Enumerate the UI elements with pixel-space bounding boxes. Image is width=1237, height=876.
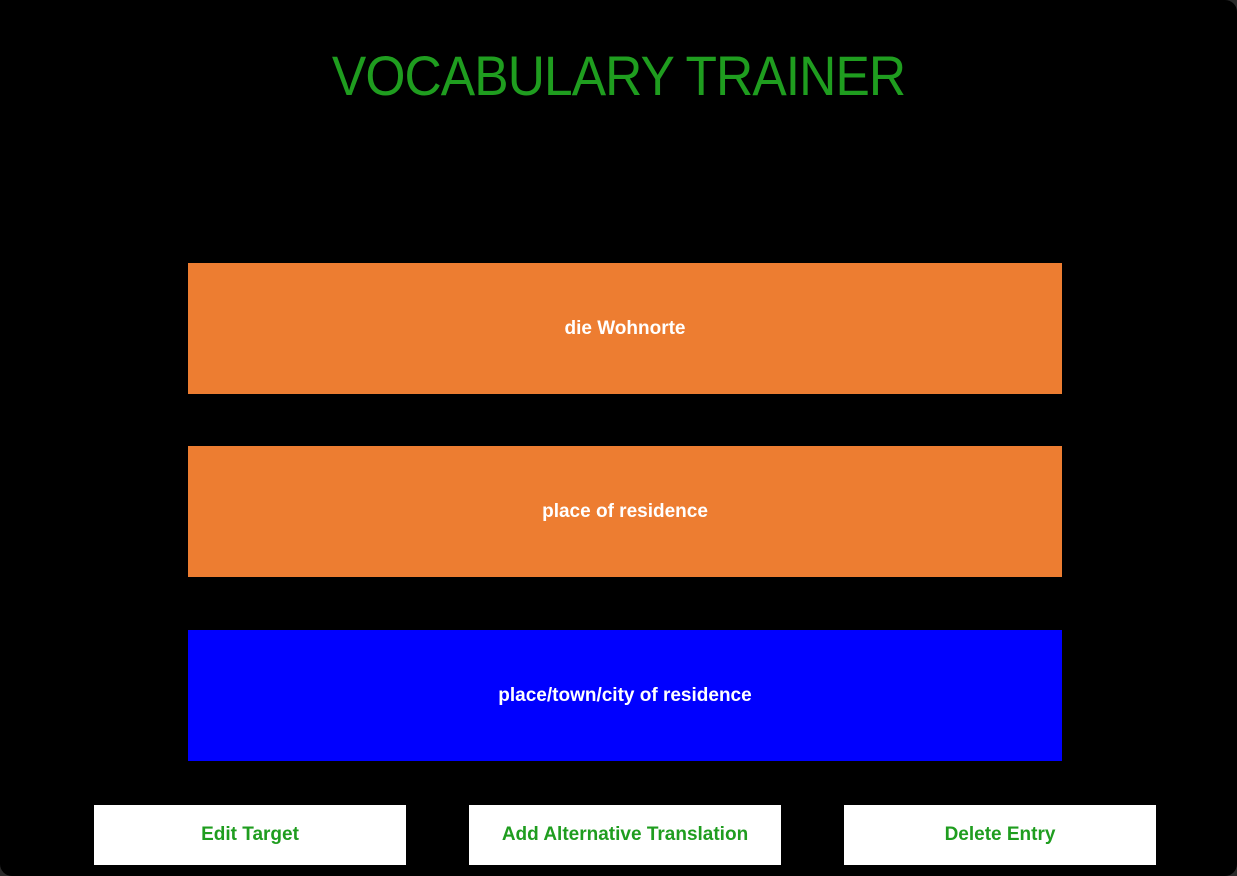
title-area: VOCABULARY TRAINER VOCABULARY TRAINER: [0, 44, 1237, 154]
add-alternative-translation-button[interactable]: Add Alternative Translation: [469, 805, 781, 865]
translation-card[interactable]: place of residence: [188, 446, 1062, 577]
source-word-card[interactable]: die Wohnorte: [188, 263, 1062, 394]
delete-entry-button[interactable]: Delete Entry: [844, 805, 1156, 865]
alternative-translation-card[interactable]: place/town/city of residence: [188, 630, 1062, 761]
app-window: VOCABULARY TRAINER VOCABULARY TRAINER di…: [0, 0, 1237, 876]
edit-target-button[interactable]: Edit Target: [94, 805, 406, 865]
app-title: VOCABULARY TRAINER: [331, 44, 906, 107]
app-title-reflection: VOCABULARY TRAINER: [0, 106, 1237, 140]
